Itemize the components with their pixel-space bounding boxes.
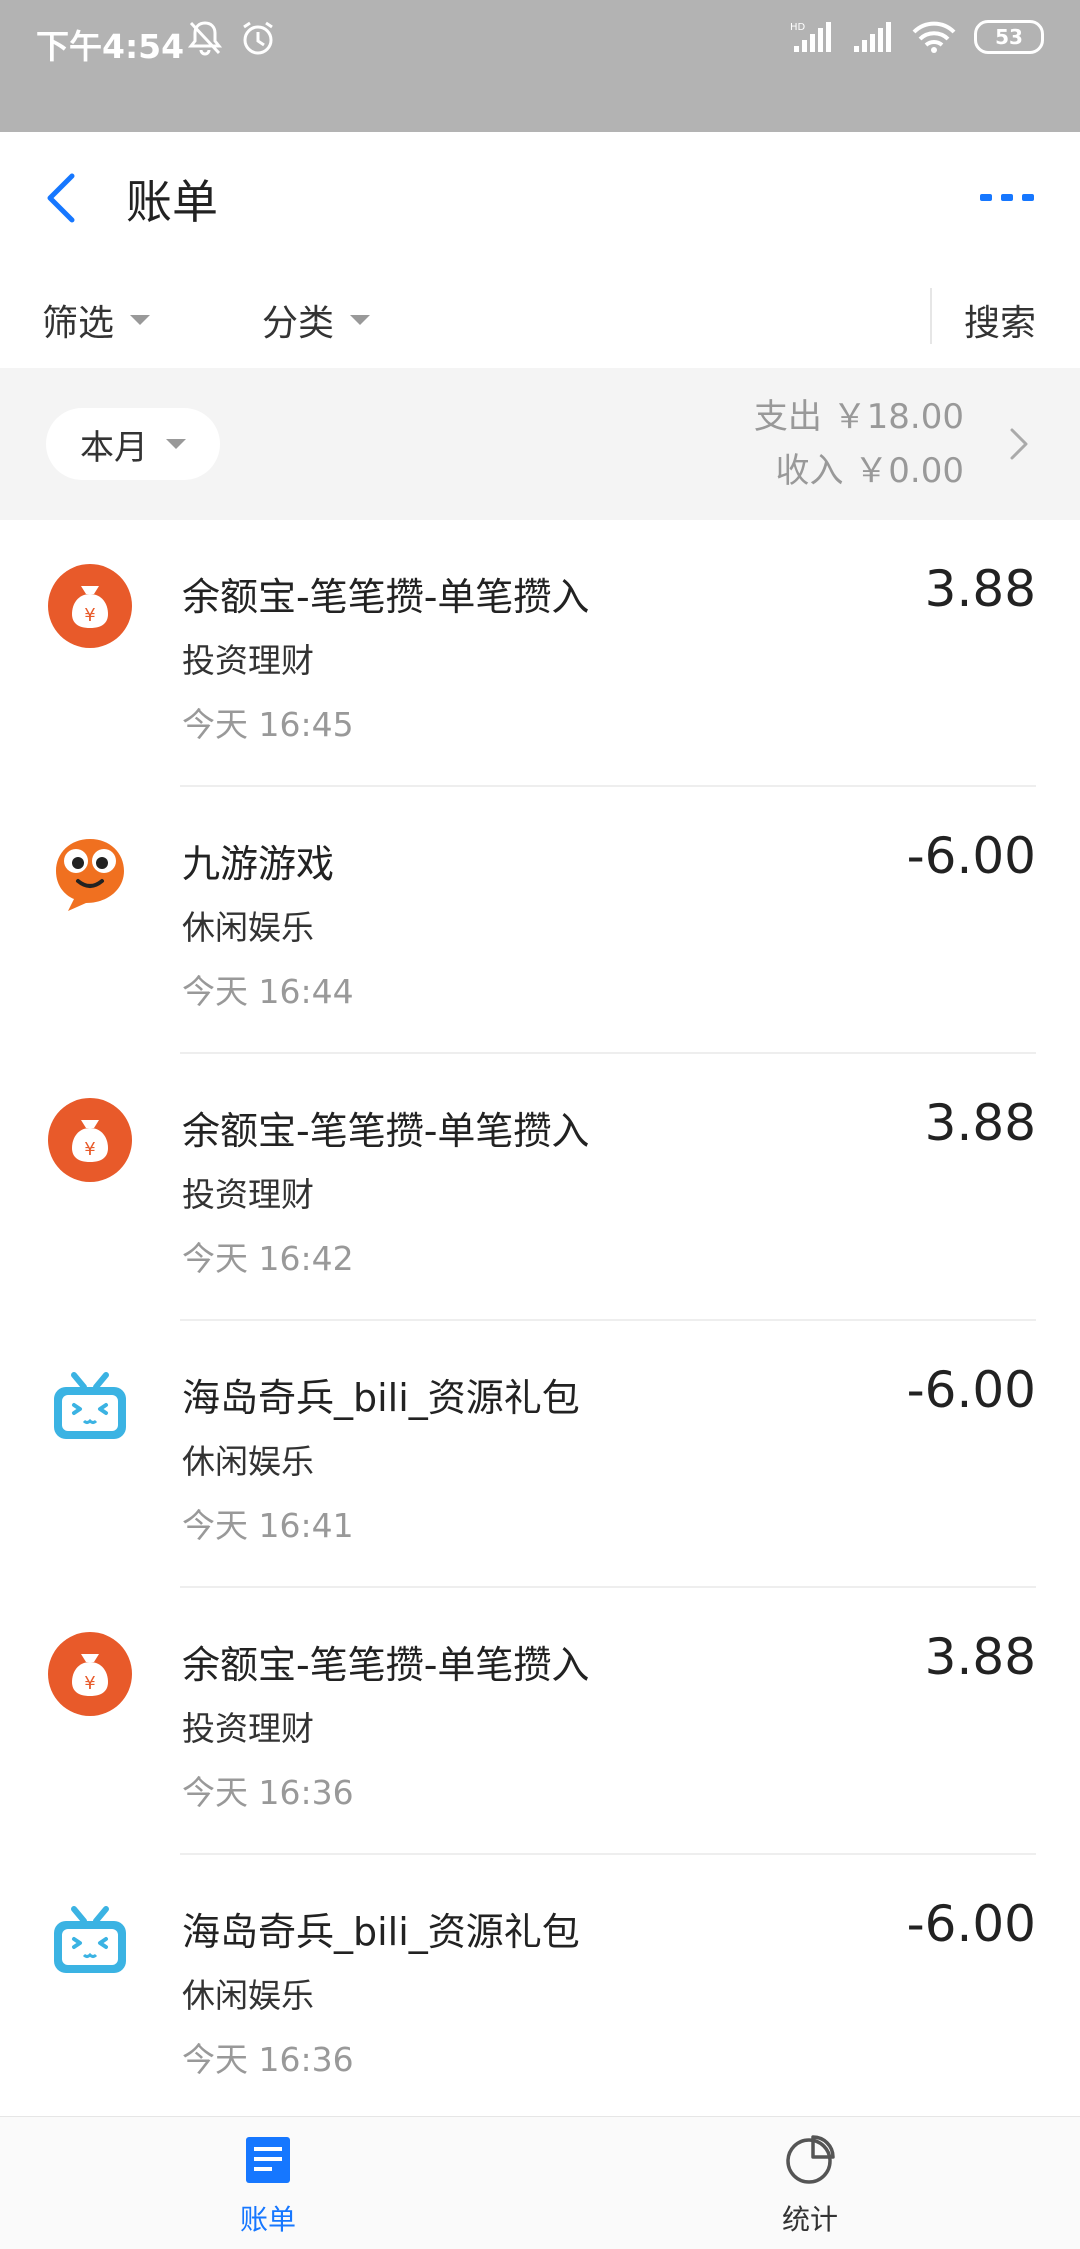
svg-text:HD: HD [790,22,806,33]
alarm-icon [240,20,276,56]
transaction-amount: -6.00 [906,1895,1036,1953]
transaction-category: 投资理财 [182,1709,314,1748]
caret-down-icon [350,315,371,325]
transaction-time: 今天 16:44 [182,972,354,1011]
bottom-nav: 账单 统计 [0,2116,1080,2249]
category-dropdown[interactable]: 分类 [262,294,371,346]
pie-chart-icon [785,2135,835,2192]
transaction-row[interactable]: 海岛奇兵_bili_资源礼包 休闲娱乐 今天 16:36 -6.00 [0,1855,1080,2122]
transaction-time: 今天 16:41 [182,1506,354,1545]
svg-text:¥: ¥ [84,1139,95,1160]
bilibili-tv-icon [48,1899,132,1983]
transaction-row[interactable]: 海岛奇兵_bili_资源礼包 休闲娱乐 今天 16:41 -6.00 [0,1321,1080,1588]
transaction-category: 休闲娱乐 [182,1976,314,2015]
transaction-category: 休闲娱乐 [182,1442,314,1481]
signal-icon [852,20,894,54]
money-bag-icon: ¥ [48,1098,132,1182]
status-time: 下午4:54 [36,27,185,66]
transaction-amount: -6.00 [906,827,1036,885]
bill-list-icon [244,2137,292,2192]
hd-signal-icon: HD [790,20,834,54]
divider [930,288,932,344]
transaction-name: 海岛奇兵_bili_资源礼包 [182,1910,580,1954]
transaction-list: ¥ 余额宝-笔笔攒-单笔攒入 投资理财 今天 16:45 3.88 九游游戏 休… [0,520,1080,2122]
transaction-time: 今天 16:36 [182,1773,354,1812]
bilibili-tv-icon [48,1365,132,1449]
transaction-amount: 3.88 [924,1628,1036,1686]
bell-off-icon [188,20,222,56]
money-bag-icon: ¥ [48,1632,132,1716]
transaction-name: 海岛奇兵_bili_资源礼包 [182,1376,580,1420]
filter-bar: 筛选 分类 搜索 [0,264,1080,369]
transaction-category: 投资理财 [182,641,314,680]
transaction-name: 余额宝-笔笔攒-单笔攒入 [182,1643,590,1687]
chevron-right-icon[interactable] [1008,426,1030,466]
search-button[interactable]: 搜索 [964,294,1036,346]
svg-text:¥: ¥ [84,605,95,626]
status-bar: 下午4:54 HD 53 [0,0,1080,132]
transaction-time: 今天 16:36 [182,2040,354,2079]
transaction-category: 休闲娱乐 [182,908,314,947]
transaction-time: 今天 16:42 [182,1239,354,1278]
page-title: 账单 [126,175,218,229]
filter-dropdown[interactable]: 筛选 [42,294,151,346]
jiuyou-mascot-icon [48,831,132,915]
transaction-name: 余额宝-笔笔攒-单笔攒入 [182,575,590,619]
transaction-row[interactable]: 九游游戏 休闲娱乐 今天 16:44 -6.00 [0,787,1080,1054]
transaction-row[interactable]: ¥ 余额宝-笔笔攒-单笔攒入 投资理财 今天 16:42 3.88 [0,1054,1080,1321]
caret-down-icon [130,315,151,325]
income-total: 收入 ￥0.00 [775,451,964,491]
expense-total: 支出 ￥18.00 [753,397,964,437]
more-icon[interactable] [980,190,1036,210]
month-selector[interactable]: 本月 [46,408,220,480]
transaction-row[interactable]: ¥ 余额宝-笔笔攒-单笔攒入 投资理财 今天 16:45 3.88 [0,520,1080,787]
transaction-name: 九游游戏 [182,842,335,886]
caret-down-icon [166,439,186,449]
money-bag-icon: ¥ [48,564,132,648]
transaction-row[interactable]: ¥ 余额宝-笔笔攒-单笔攒入 投资理财 今天 16:36 3.88 [0,1588,1080,1855]
tab-bills[interactable]: 账单 [168,2135,368,2238]
month-summary[interactable]: 本月 支出 ￥18.00 收入 ￥0.00 [0,368,1080,520]
app-header: 账单 [0,132,1080,265]
transaction-time: 今天 16:45 [182,705,354,744]
back-icon[interactable] [42,170,82,226]
battery-indicator: 53 [974,20,1044,54]
transaction-amount: 3.88 [924,1094,1036,1152]
tab-stats[interactable]: 统计 [710,2135,910,2238]
transaction-category: 投资理财 [182,1175,314,1214]
transaction-name: 余额宝-笔笔攒-单笔攒入 [182,1109,590,1153]
svg-text:¥: ¥ [84,1673,95,1694]
wifi-icon [912,20,956,54]
transaction-amount: -6.00 [906,1361,1036,1419]
transaction-amount: 3.88 [924,560,1036,618]
